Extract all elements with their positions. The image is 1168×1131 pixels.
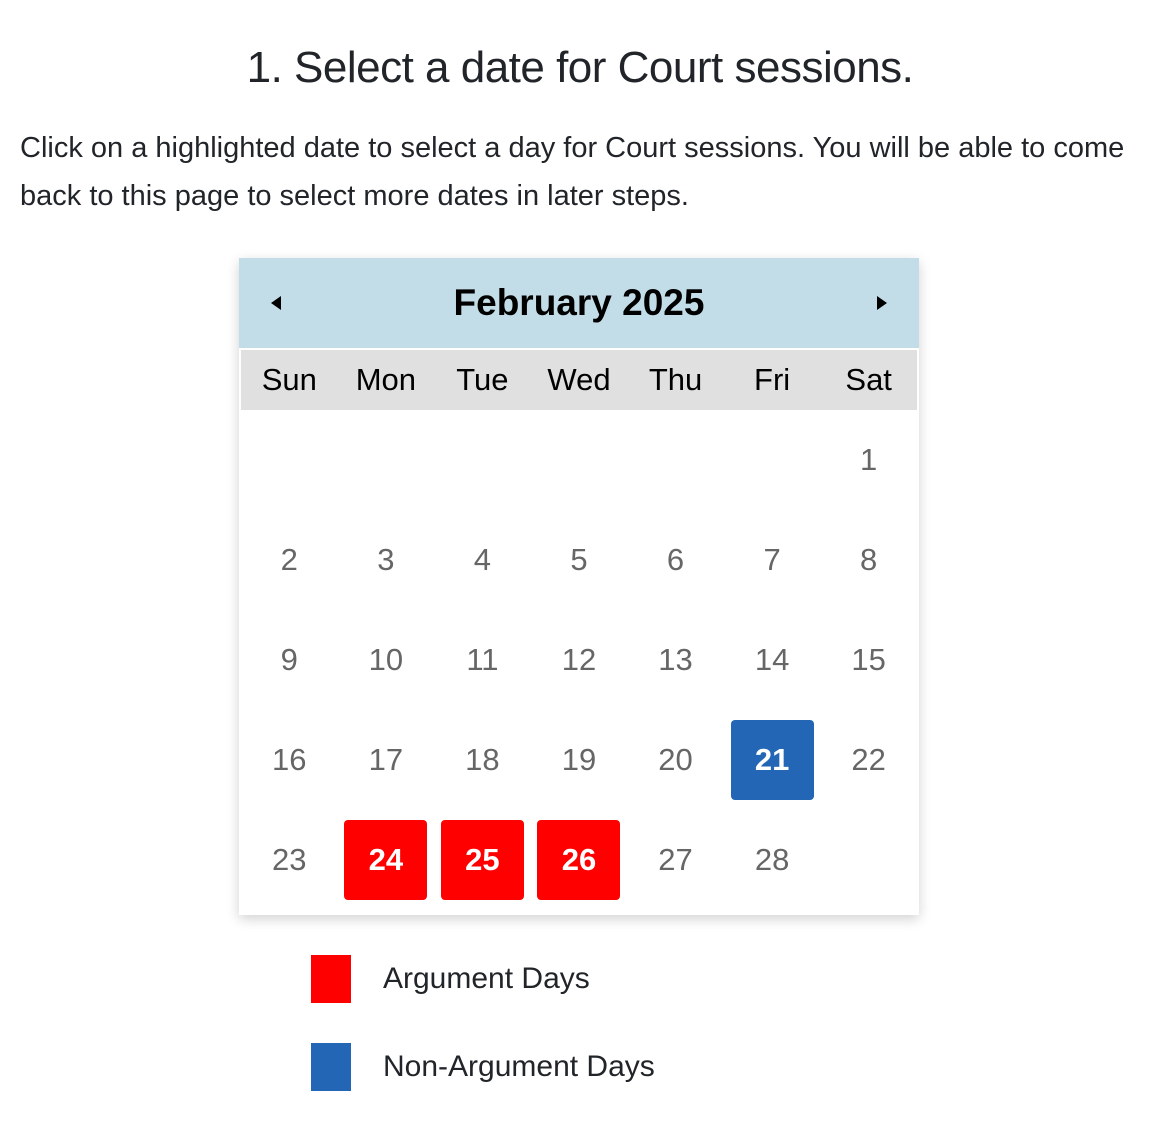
day-number: 26 xyxy=(537,820,621,900)
weekday-label: Fri xyxy=(754,362,791,397)
day-number: 20 xyxy=(658,742,693,777)
day-number: 25 xyxy=(440,820,524,900)
argument-day[interactable]: 26 xyxy=(531,810,628,910)
day-number: 19 xyxy=(561,742,597,777)
day-number: 22 xyxy=(851,742,886,777)
calendar-week: 16 17 18 19 20 21 22 xyxy=(241,710,917,810)
weekday-label: Sun xyxy=(261,362,317,397)
empty-day xyxy=(820,810,917,910)
calendar-week: 1 xyxy=(241,410,917,510)
calendar-day: 15 xyxy=(820,610,917,710)
day-number: 23 xyxy=(272,842,307,877)
calendar-day: 3 xyxy=(338,510,435,610)
day-number: 27 xyxy=(658,842,693,877)
next-month-button[interactable] xyxy=(867,288,897,318)
day-number: 8 xyxy=(860,542,878,577)
calendar-day: 6 xyxy=(627,510,724,610)
calendar-day: 11 xyxy=(434,610,531,710)
argument-day[interactable]: 25 xyxy=(434,810,531,910)
empty-day xyxy=(434,410,531,510)
calendar-day: 1 xyxy=(820,410,917,510)
calendar-week: 2 3 4 5 6 7 8 xyxy=(241,510,917,610)
calendar-grid: 1 2 3 4 5 6 7 8 9 10 11 12 13 14 15 16 17 18 19 20 21 22 23 24 2… xyxy=(241,410,917,910)
day-number: 28 xyxy=(754,842,790,877)
calendar-day: 10 xyxy=(338,610,435,710)
calendar-day: 7 xyxy=(724,510,821,610)
empty-day xyxy=(627,410,724,510)
non-argument-day[interactable]: 21 xyxy=(724,710,821,810)
day-number: 15 xyxy=(851,642,886,677)
calendar-day: 5 xyxy=(531,510,628,610)
day-number xyxy=(441,420,524,500)
calendar-day: 13 xyxy=(627,610,724,710)
argument-day[interactable]: 24 xyxy=(338,810,435,910)
calendar-header: February 2025 xyxy=(239,258,919,348)
empty-day xyxy=(531,410,628,510)
calendar-day: 9 xyxy=(241,610,338,710)
weekday-header: Sun Mon Tue Wed Thu Fri Sat xyxy=(241,350,917,410)
calendar-day: 19 xyxy=(531,710,628,810)
calendar-day: 20 xyxy=(627,710,724,810)
day-number: 11 xyxy=(466,642,499,677)
weekday-label: Sat xyxy=(845,362,892,397)
triangle-right-icon xyxy=(877,296,887,310)
day-number xyxy=(731,420,814,500)
weekday-label: Wed xyxy=(547,362,611,397)
calendar-day: 4 xyxy=(434,510,531,610)
calendar-day: 14 xyxy=(724,610,821,710)
intro-text: Click on a highlighted date to select a … xyxy=(20,132,1125,212)
day-number: 9 xyxy=(280,642,298,677)
empty-day xyxy=(241,410,338,510)
day-number xyxy=(344,420,427,500)
calendar-week: 9 10 11 12 13 14 15 xyxy=(241,610,917,710)
day-number xyxy=(827,820,910,900)
day-number: 14 xyxy=(754,642,790,677)
empty-day xyxy=(338,410,435,510)
day-number: 6 xyxy=(666,542,685,577)
calendar-day: 22 xyxy=(820,710,917,810)
day-number: 16 xyxy=(272,742,307,777)
day-number: 10 xyxy=(368,642,404,677)
day-number xyxy=(537,420,620,500)
day-number xyxy=(634,420,717,500)
day-number: 17 xyxy=(368,742,404,777)
calendar-day: 8 xyxy=(820,510,917,610)
day-number: 7 xyxy=(763,542,781,577)
calendar-day: 12 xyxy=(531,610,628,710)
legend-item-non-argument: Non-Argument Days xyxy=(311,1043,655,1091)
legend: Argument Days Non-Argument Days xyxy=(311,955,655,1131)
day-number: 1 xyxy=(860,442,878,477)
argument-swatch xyxy=(311,955,351,1003)
day-number: 24 xyxy=(344,820,428,900)
legend-item-argument: Argument Days xyxy=(311,955,655,1003)
day-number: 13 xyxy=(658,642,693,677)
day-number: 18 xyxy=(465,742,500,777)
weekday-label: Mon xyxy=(355,362,416,397)
day-number xyxy=(248,420,331,500)
day-number: 4 xyxy=(473,542,492,577)
legend-label: Argument Days xyxy=(383,962,590,995)
weekday-label: Thu xyxy=(648,362,703,397)
calendar-week: 23 24 25 26 27 28 xyxy=(241,810,917,910)
calendar-day: 2 xyxy=(241,510,338,610)
legend-label: Non-Argument Days xyxy=(383,1050,655,1083)
day-number: 3 xyxy=(377,542,395,577)
month-label: February 2025 xyxy=(453,282,705,323)
calendar-day: 17 xyxy=(338,710,435,810)
calendar-day: 28 xyxy=(724,810,821,910)
calendar: February 2025 Sun Mon Tue Wed Thu Fri Sa… xyxy=(239,258,919,915)
calendar-day: 23 xyxy=(241,810,338,910)
weekday-label: Tue xyxy=(456,362,509,397)
calendar-day: 27 xyxy=(627,810,724,910)
page-title: 1. Select a date for Court sessions. xyxy=(246,43,914,93)
calendar-day: 16 xyxy=(241,710,338,810)
day-number: 5 xyxy=(570,542,588,577)
empty-day xyxy=(724,410,821,510)
day-number: 12 xyxy=(561,642,597,677)
non-argument-swatch xyxy=(311,1043,351,1091)
calendar-day: 18 xyxy=(434,710,531,810)
day-number: 2 xyxy=(280,542,298,577)
day-number: 21 xyxy=(730,720,814,800)
